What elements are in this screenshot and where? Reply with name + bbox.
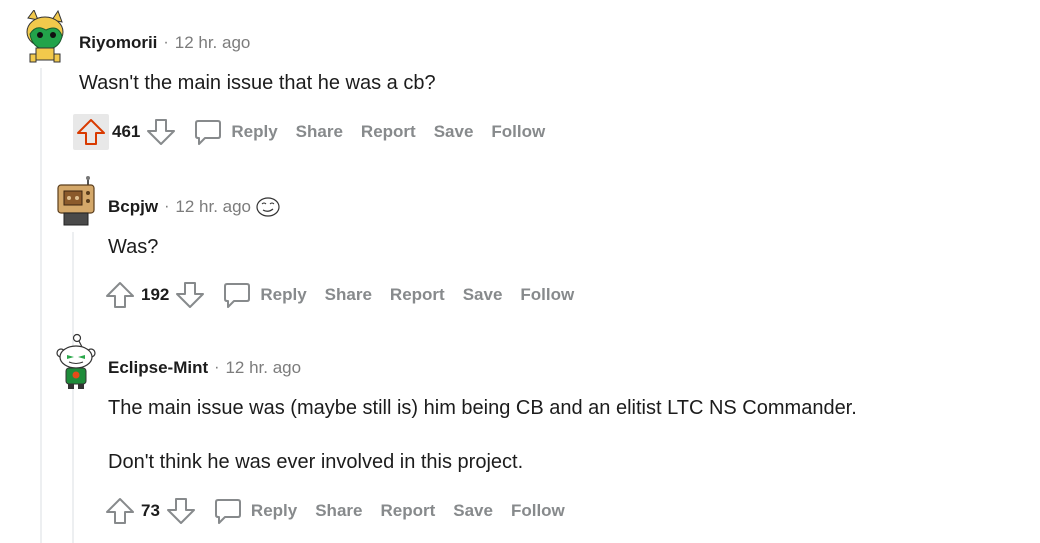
username[interactable]: Riyomorii — [79, 33, 157, 53]
save-button[interactable]: Save — [453, 501, 493, 521]
share-button[interactable]: Share — [296, 122, 343, 142]
comment-body-paragraph-2: Don't think he was ever involved in this… — [108, 451, 524, 473]
username[interactable]: Eclipse-Mint — [108, 358, 208, 378]
reply-bubble-icon — [214, 499, 241, 524]
reply-button[interactable]: Reply — [213, 496, 297, 526]
follow-button[interactable]: Follow — [491, 122, 545, 142]
reply-bubble-icon — [224, 283, 251, 308]
username[interactable]: Bcpjw — [108, 197, 158, 217]
upvote-button[interactable] — [102, 277, 138, 313]
timestamp[interactable]: 12 hr. ago — [225, 358, 301, 378]
upvote-button[interactable] — [102, 493, 138, 529]
downvote-icon — [166, 498, 195, 524]
report-button[interactable]: Report — [380, 501, 435, 521]
reply-label[interactable]: Reply — [251, 501, 297, 521]
downvote-button[interactable] — [172, 277, 208, 313]
upvote-icon — [106, 498, 134, 524]
share-button[interactable]: Share — [315, 501, 362, 521]
follow-button[interactable]: Follow — [511, 501, 565, 521]
downvote-icon — [176, 282, 205, 308]
downvote-button[interactable] — [143, 114, 179, 150]
vote-score: 73 — [141, 501, 160, 520]
report-button[interactable]: Report — [361, 122, 416, 142]
reply-label[interactable]: Reply — [260, 285, 306, 305]
comment-body-paragraph-1: The main issue was (maybe still is) him … — [108, 397, 857, 419]
separator: · — [163, 34, 169, 51]
report-button[interactable]: Report — [390, 285, 445, 305]
save-button[interactable]: Save — [463, 285, 503, 305]
reply-button[interactable]: Reply — [193, 117, 278, 147]
upvote-button[interactable] — [73, 114, 109, 150]
upvote-icon — [77, 119, 105, 145]
reply-label[interactable]: Reply — [231, 122, 277, 142]
separator: · — [214, 359, 220, 376]
save-button[interactable]: Save — [434, 122, 474, 142]
downvote-button[interactable] — [163, 493, 199, 529]
follow-button[interactable]: Follow — [520, 285, 574, 305]
thread-line-root[interactable] — [40, 68, 42, 543]
reply-bubble-icon — [195, 120, 222, 145]
upvote-icon — [106, 282, 134, 308]
reply-button[interactable]: Reply — [222, 280, 307, 310]
timestamp[interactable]: 12 hr. ago — [175, 197, 251, 217]
avatar[interactable] — [54, 333, 98, 391]
avatar[interactable] — [22, 8, 68, 64]
comment-body: Wasn't the main issue that he was a cb? — [79, 72, 436, 94]
downvote-icon — [147, 119, 176, 145]
comment-body: Was? — [108, 236, 159, 258]
share-button[interactable]: Share — [325, 285, 372, 305]
avatar[interactable] — [54, 175, 98, 227]
timestamp[interactable]: 12 hr. ago — [175, 33, 251, 53]
emoji-flair-icon — [256, 197, 280, 217]
vote-score: 461 — [112, 122, 141, 141]
vote-score: 192 — [141, 285, 170, 304]
separator: · — [164, 198, 170, 215]
